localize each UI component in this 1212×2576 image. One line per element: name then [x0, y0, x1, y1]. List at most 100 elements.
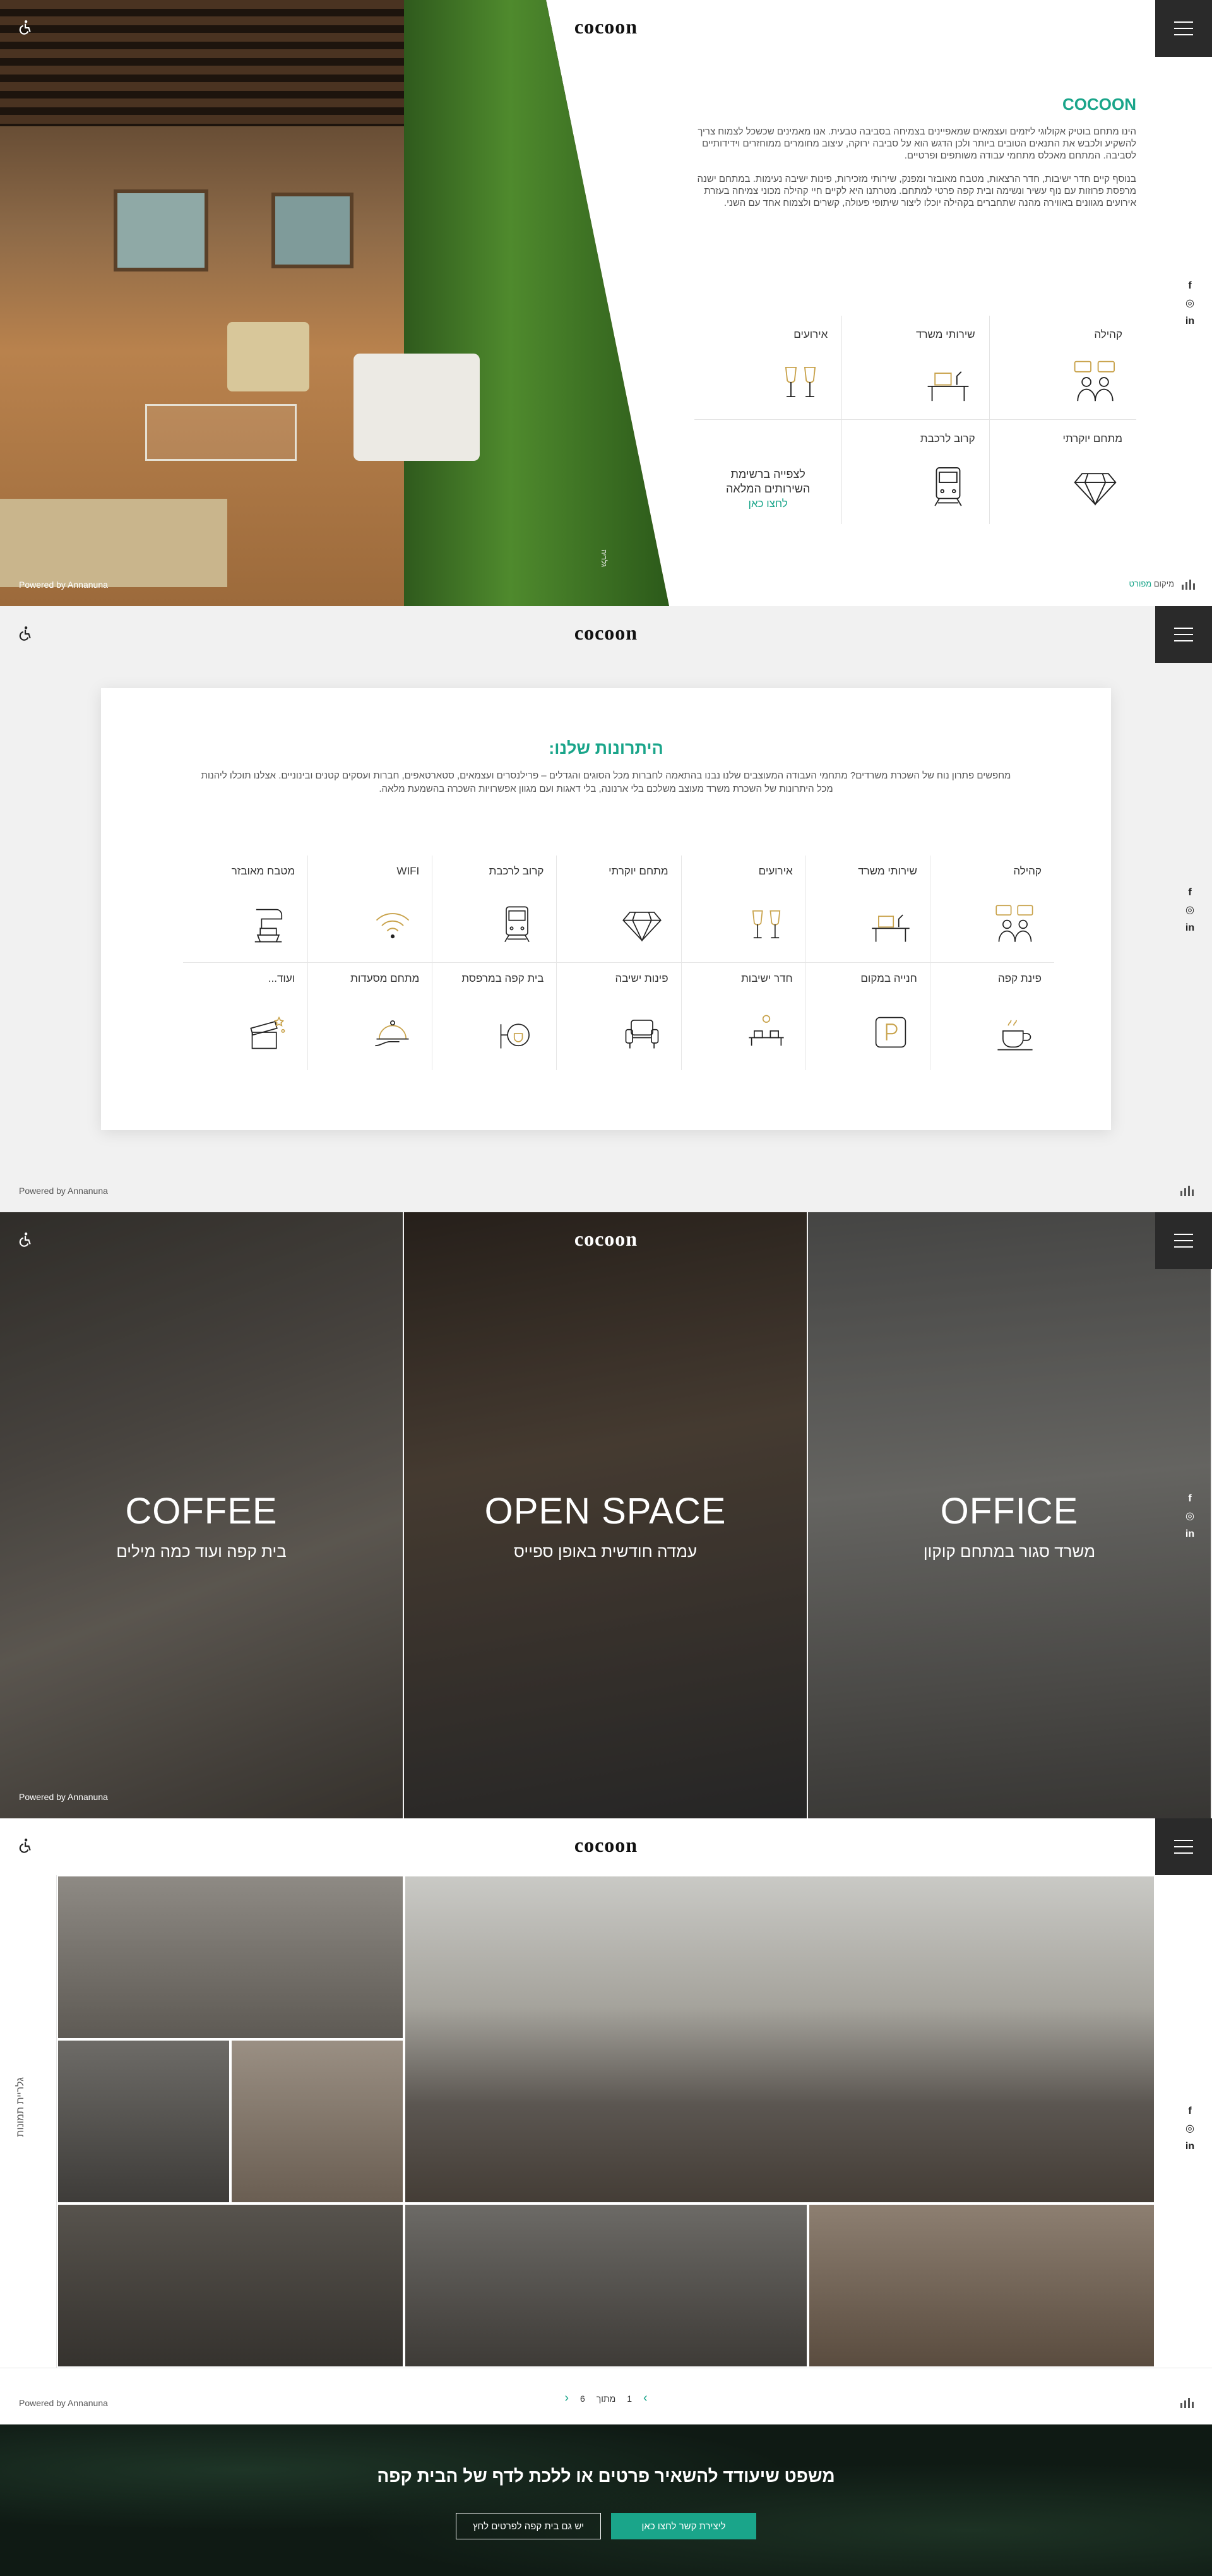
map-link[interactable]: מיקום מפורט	[1129, 579, 1174, 588]
gift-icon	[247, 1011, 290, 1054]
gallery-photo[interactable]	[57, 2039, 230, 2203]
feature-luxury: מתחם יוקרתי	[989, 420, 1136, 524]
photo-label[interactable]: גלריה	[600, 549, 609, 567]
linkedin-icon[interactable]: in	[1184, 316, 1196, 327]
linkedin-icon[interactable]: in	[1184, 1529, 1196, 1540]
advantage-item: קרוב לרכבת	[432, 856, 557, 963]
community-icon	[994, 903, 1037, 946]
powered-by[interactable]: Powered by Annanuna	[19, 1792, 108, 1802]
instagram-icon[interactable]: ◎	[1184, 905, 1196, 916]
community-icon	[1072, 359, 1119, 405]
menu-button[interactable]	[1155, 606, 1212, 663]
footer-cta: משפט שיעודד להשאיר פרטים או ללכת לדף של …	[0, 2424, 1212, 2576]
social-links: f ◎ in	[1184, 1493, 1196, 1540]
pager-current: 1	[627, 2393, 632, 2404]
prev-arrow-icon[interactable]: ‹	[564, 2391, 569, 2406]
gallery-label: גלריית תמונות	[15, 2077, 26, 2137]
accessibility-icon[interactable]	[16, 19, 33, 35]
cafe-button[interactable]: יש גם בית קפה לפרטים לחץ	[456, 2513, 601, 2539]
advantage-item: חדר ישיבות	[680, 963, 805, 1070]
linkedin-icon[interactable]: in	[1184, 2141, 1196, 2152]
gallery-photo-featured[interactable]	[404, 1875, 1155, 2203]
instagram-icon[interactable]: ◎	[1184, 1511, 1196, 1522]
menu-button[interactable]	[1155, 1818, 1212, 1875]
services-cta[interactable]: לצפייה ברשימת השירותים המלאה לחצו כאן	[694, 420, 841, 524]
advantage-item: קהילה	[929, 856, 1054, 963]
cheers-icon	[745, 903, 788, 946]
feature-office-services: שירותי משרד	[841, 316, 989, 420]
footer-title: משפט שיעודד להשאיר פרטים או ללכת לדף של …	[377, 2466, 835, 2486]
linkedin-icon[interactable]: in	[1184, 922, 1196, 934]
powered-by[interactable]: Powered by Annanuna	[19, 580, 108, 590]
gallery-photo[interactable]	[230, 2039, 404, 2203]
accessibility-icon[interactable]	[16, 1231, 33, 1248]
hero-section: גלריה cocoon COCOON הינו מתחם בוטיק אקול…	[0, 0, 1212, 606]
services-link[interactable]: לחצו כאן	[708, 498, 828, 510]
social-links: f ◎ in	[1184, 887, 1196, 934]
gallery-photo[interactable]	[808, 2203, 1155, 2368]
wifi-icon	[371, 903, 414, 946]
gallery-photo[interactable]	[57, 1875, 404, 2039]
advantages-card: היתרונות שלנו: מחפשים פתרון נוח של השכרת…	[101, 688, 1111, 1130]
instagram-icon[interactable]: ◎	[1184, 298, 1196, 309]
advantages-section: cocoon היתרונות שלנו: מחפשים פתרון נוח ש…	[0, 606, 1212, 1212]
pager-total: 6	[580, 2393, 585, 2404]
powered-by[interactable]: Powered by Annanuna	[19, 2398, 108, 2408]
logo[interactable]: cocoon	[574, 621, 638, 645]
accessibility-icon[interactable]	[16, 1837, 33, 1854]
cafe-icon	[496, 1011, 538, 1054]
stats-icon[interactable]	[1180, 1186, 1194, 1196]
panel-subtitle: עמדה חודשית באופן ספייס	[513, 1542, 698, 1561]
gallery-photo[interactable]	[57, 2203, 404, 2368]
leaves-background	[0, 2424, 1212, 2576]
advantage-item: חנייה במקום	[805, 963, 930, 1070]
panel-subtitle: בית קפה ועוד כמה מילים	[116, 1542, 287, 1561]
facebook-icon[interactable]: f	[1184, 2106, 1196, 2117]
gallery-section: cocoon גלריית תמונות f ◎ in › 1 מתוך 6 ‹…	[0, 1818, 1212, 2424]
about-title: COCOON	[1062, 95, 1136, 114]
green-wall	[404, 0, 669, 606]
hero-photo: גלריה	[0, 0, 669, 606]
menu-button[interactable]	[1155, 1212, 1212, 1269]
photo-gallery	[57, 1875, 1155, 2368]
diamond-icon	[1072, 463, 1119, 510]
restaurant-icon	[371, 1011, 414, 1054]
contact-button[interactable]: ליצירת קשר לחצו כאן	[611, 2513, 756, 2539]
feature-grid: קהילה שירותי משרד אירועים מתחם יוקרתי קר…	[694, 316, 1136, 524]
about-paragraph: בנוסף קיים חדר ישיבות, חדר הרצאות, מטבח …	[697, 174, 1136, 208]
feature-events: אירועים	[694, 316, 842, 420]
armchair-icon	[621, 1011, 663, 1054]
footer-buttons: ליצירת קשר לחצו כאן יש גם בית קפה לפרטים…	[456, 2513, 756, 2539]
advantage-item: שירותי משרד	[805, 856, 930, 963]
gallery-pager: › 1 מתוך 6 ‹	[564, 2391, 647, 2406]
advantage-item: ועוד...	[183, 963, 307, 1070]
advantage-item: מטבח מאובזר	[183, 856, 308, 963]
next-arrow-icon[interactable]: ›	[643, 2391, 648, 2406]
powered-by[interactable]: Powered by Annanuna	[19, 1186, 108, 1196]
space-panel-office[interactable]: OFFICE משרד סגור במתחם קוקון	[808, 1212, 1212, 1818]
meeting-icon	[745, 1011, 788, 1054]
logo[interactable]: cocoon	[574, 1227, 638, 1251]
accessibility-icon[interactable]	[16, 625, 33, 641]
advantage-item: בית קפה במרפסת	[432, 963, 556, 1070]
parking-icon	[869, 1011, 912, 1054]
advantage-item: פינת קפה	[929, 963, 1054, 1070]
space-panel-open-space[interactable]: OPEN SPACE עמדה חודשית באופן ספייס	[404, 1212, 808, 1818]
space-panel-coffee[interactable]: COFFEE בית קפה ועוד כמה מילים	[0, 1212, 404, 1818]
facebook-icon[interactable]: f	[1184, 1493, 1196, 1505]
about-content: COCOON הינו מתחם בוטיק אקולוגי ליזמים וע…	[694, 95, 1136, 220]
stats-icon[interactable]	[1180, 2398, 1194, 2408]
logo[interactable]: cocoon	[574, 1834, 638, 1857]
facebook-icon[interactable]: f	[1184, 887, 1196, 898]
advantage-item: אירועים	[680, 856, 805, 963]
facebook-icon[interactable]: f	[1184, 280, 1196, 292]
logo[interactable]: cocoon	[574, 15, 638, 39]
spaces-section: COFFEE בית קפה ועוד כמה מילים OPEN SPACE…	[0, 1212, 1212, 1818]
panel-title: OFFICE	[940, 1491, 1079, 1532]
gallery-footer: › 1 מתוך 6 ‹	[0, 2368, 1212, 2424]
instagram-icon[interactable]: ◎	[1184, 2123, 1196, 2135]
cheers-icon	[777, 359, 824, 405]
menu-button[interactable]	[1155, 0, 1212, 57]
stats-icon[interactable]	[1182, 580, 1196, 590]
gallery-photo[interactable]	[404, 2203, 808, 2368]
